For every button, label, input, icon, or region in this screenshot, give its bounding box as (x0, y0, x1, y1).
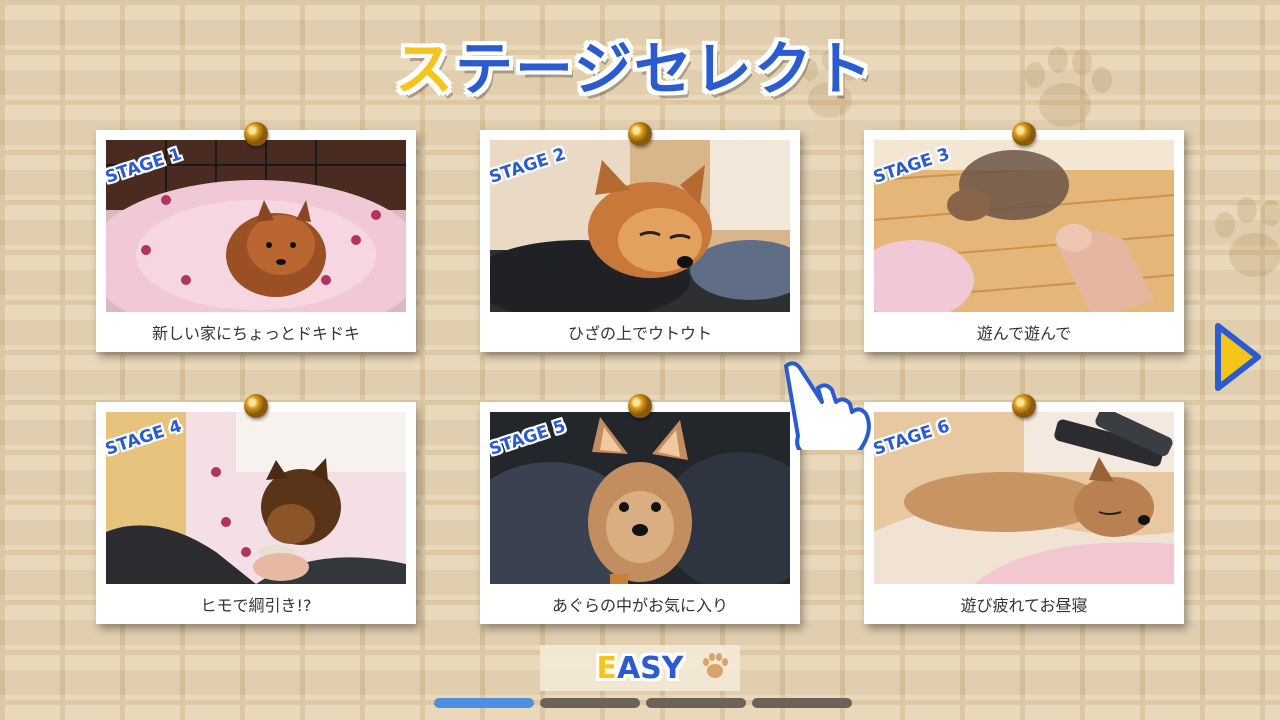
stage-3-caption: 遊んで遊んで (976, 324, 1072, 343)
page-indicator (434, 698, 852, 708)
pushpin-icon (244, 122, 268, 146)
stage-4-caption: ヒモで綱引き!? (200, 596, 312, 615)
stage-card-5[interactable]: STAGE 5 あぐらの中がお気に入り (480, 394, 800, 624)
pushpin-icon (628, 394, 652, 418)
stage-card-4[interactable]: STAGE 4 ヒモで綱引き!? (96, 394, 416, 624)
page-dot-4 (752, 698, 852, 708)
page-dot-3 (646, 698, 746, 708)
paw-print-decoration-icon (1215, 197, 1280, 277)
stage-card-6[interactable]: STAGE 6 遊び疲れてお昼寝 (864, 394, 1184, 624)
stage-card-2[interactable]: STAGE 2 ひざの上でウトウト (480, 122, 800, 352)
page-title-first-char: ス (395, 35, 456, 103)
paw-icon (703, 653, 728, 678)
difficulty-selector[interactable]: EASY (540, 645, 740, 691)
stage-6-caption: 遊び疲れてお昼寝 (960, 596, 1088, 615)
pushpin-icon (244, 394, 268, 418)
page-dot-2 (540, 698, 640, 708)
page-title: ステージセレクト (395, 24, 874, 104)
next-arrow-icon[interactable] (1212, 322, 1262, 392)
pushpin-icon (1012, 394, 1036, 418)
stage-card-3[interactable]: STAGE 3 遊んで遊んで (864, 122, 1184, 352)
page-dot-1 (434, 698, 534, 708)
stage-1-caption: 新しい家にちょっとドキドキ (151, 324, 360, 343)
pushpin-icon (1012, 122, 1036, 146)
difficulty-label-first-char: E (596, 650, 617, 686)
difficulty-label-rest: ASY (616, 650, 684, 686)
difficulty-label: EASY (596, 651, 683, 686)
page-title-rest: テージセレクト (455, 35, 874, 103)
stage-2-caption: ひざの上でウトウト (567, 324, 712, 343)
pointing-hand-icon (784, 361, 871, 450)
stage-5-caption: あぐらの中がお気に入り (551, 596, 728, 615)
pushpin-icon (628, 122, 652, 146)
stage-card-1[interactable]: STAGE 1 新しい家にちょっとドキドキ (96, 122, 416, 352)
